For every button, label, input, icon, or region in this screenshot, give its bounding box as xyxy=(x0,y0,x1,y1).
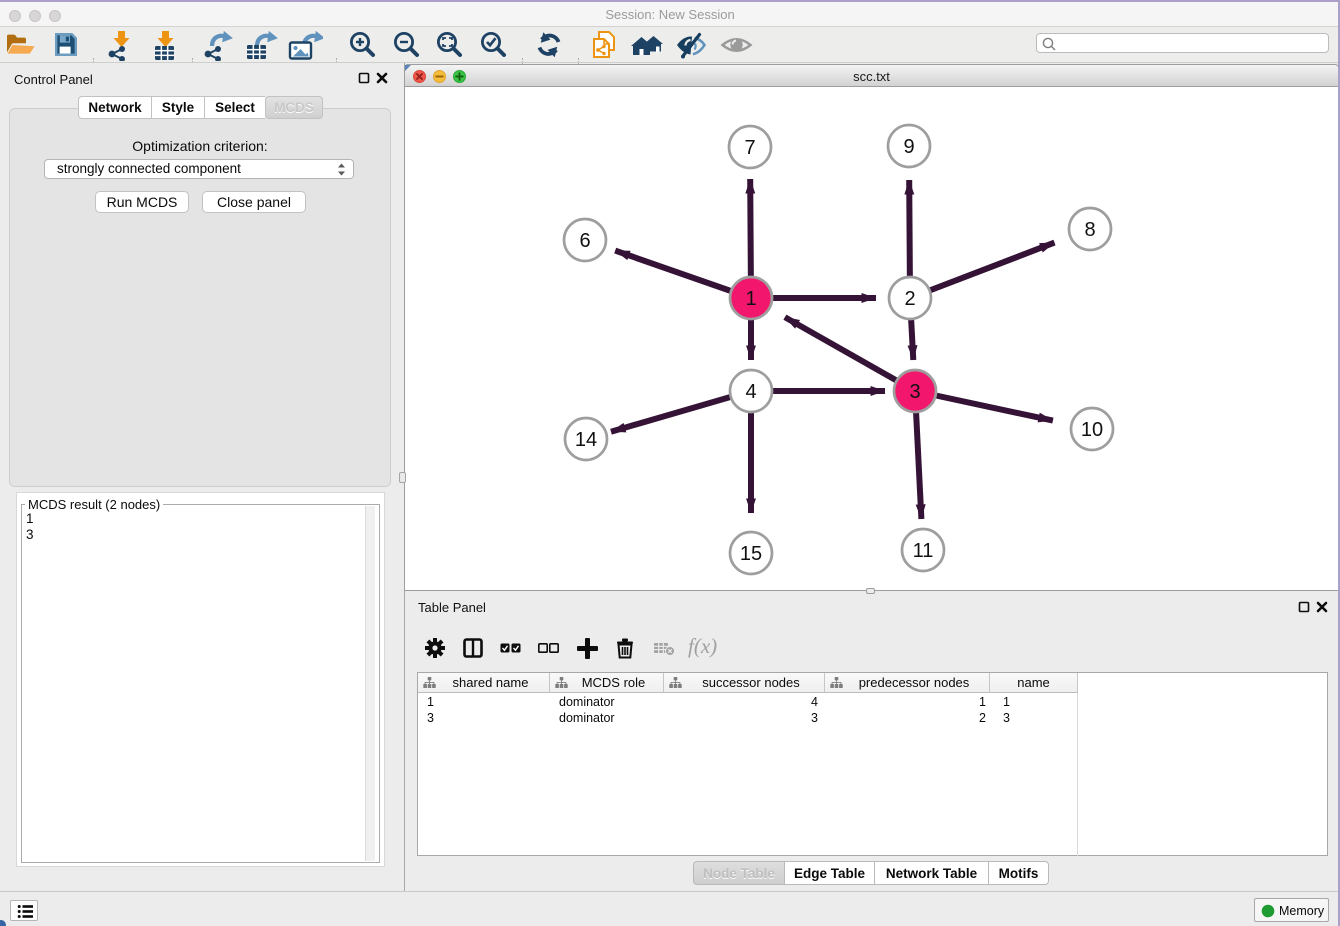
svg-text:8: 8 xyxy=(1084,219,1095,241)
svg-text:2: 2 xyxy=(904,288,915,310)
svg-text:3: 3 xyxy=(909,381,920,403)
svg-text:11: 11 xyxy=(913,540,934,562)
svg-text:10: 10 xyxy=(1081,419,1103,441)
svg-text:4: 4 xyxy=(745,381,756,403)
svg-text:9: 9 xyxy=(903,136,914,158)
svg-text:15: 15 xyxy=(740,543,762,565)
svg-text:6: 6 xyxy=(579,230,590,252)
svg-text:7: 7 xyxy=(744,137,755,159)
svg-text:14: 14 xyxy=(575,429,597,451)
svg-text:1: 1 xyxy=(745,288,756,310)
